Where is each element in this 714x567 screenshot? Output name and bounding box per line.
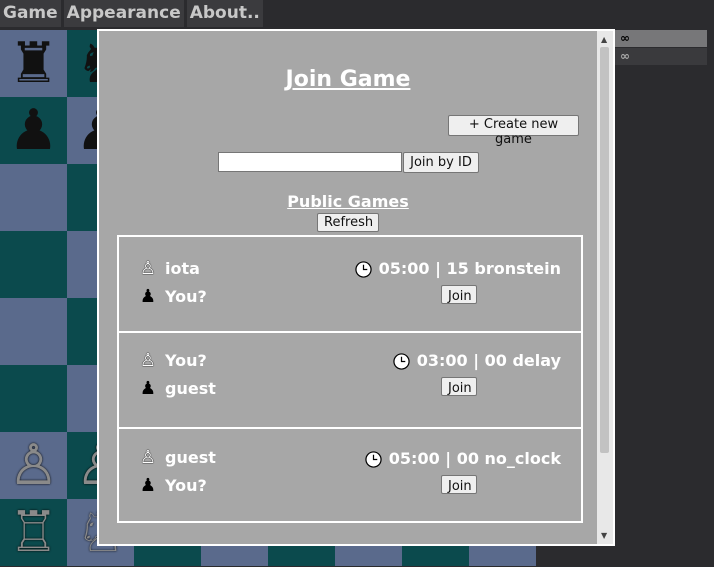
game-entry[interactable]: ♙ You? ♟ guest 03:00 | 00 delay Join <box>119 333 581 429</box>
chess-piece-icon[interactable]: ♖ <box>0 499 67 566</box>
time-control: 05:00 | 15 bronstein <box>354 257 561 281</box>
dialog-scrollbar[interactable]: ▲ ▼ <box>597 31 613 544</box>
move-list-row[interactable]: ∞ <box>615 48 707 65</box>
white-player-name: You? <box>165 351 207 370</box>
white-player: ♙ You? <box>139 350 207 372</box>
menu-game[interactable]: Game <box>0 0 61 27</box>
black-player-name: guest <box>165 379 216 398</box>
clock-icon <box>354 260 372 278</box>
join-button[interactable]: Join <box>441 285 477 304</box>
white-player: ♙ guest <box>139 447 216 469</box>
join-game-dialog: Join Game + Create new game Join by ID P… <box>97 29 615 546</box>
board-square[interactable] <box>0 164 67 231</box>
join-button[interactable]: Join <box>441 377 477 396</box>
scroll-up-arrow-icon[interactable]: ▲ <box>601 35 607 44</box>
black-player: ♟ You? <box>139 475 207 497</box>
board-square[interactable] <box>0 298 67 365</box>
join-by-id-button[interactable]: Join by ID <box>403 152 479 173</box>
board-square[interactable] <box>0 365 67 432</box>
time-control: 03:00 | 00 delay <box>393 349 561 373</box>
board-square[interactable]: ♖ <box>0 499 67 566</box>
time-control: 05:00 | 00 no_clock <box>365 447 561 471</box>
menu-about[interactable]: About.. <box>186 0 263 27</box>
white-pawn-icon: ♙ <box>139 350 157 371</box>
chess-piece-icon[interactable]: ♟ <box>0 97 67 164</box>
public-games-heading: Public Games <box>287 192 409 211</box>
clock-icon <box>365 450 382 468</box>
public-games-list: ♙ iota ♟ You? 05:00 | 15 bronstein Join ♙ Y… <box>117 235 583 523</box>
scrollbar-thumb[interactable] <box>600 47 609 453</box>
white-player-name: iota <box>165 259 200 278</box>
join-button[interactable]: Join <box>441 475 477 494</box>
board-square[interactable]: ♟ <box>0 97 67 164</box>
black-player: ♟ You? <box>139 286 207 308</box>
black-pawn-icon: ♟ <box>139 286 157 307</box>
menu-appearance[interactable]: Appearance <box>63 0 184 27</box>
black-player-name: You? <box>165 287 207 306</box>
game-entry[interactable]: ♙ iota ♟ You? 05:00 | 15 bronstein Join <box>119 237 581 333</box>
board-square[interactable] <box>0 231 67 298</box>
black-pawn-icon: ♟ <box>139 475 157 496</box>
time-control-text: 03:00 | 00 delay <box>416 351 561 370</box>
time-control-text: 05:00 | 00 no_clock <box>388 449 561 468</box>
move-list-panel: ∞ ∞ <box>615 30 707 66</box>
menu-bar: Game Appearance About.. <box>0 0 266 27</box>
game-id-input[interactable] <box>218 152 402 172</box>
white-pawn-icon: ♙ <box>139 258 157 279</box>
board-square[interactable]: ♙ <box>0 432 67 499</box>
black-pawn-icon: ♟ <box>139 378 157 399</box>
black-player-name: You? <box>165 476 207 495</box>
time-control-text: 05:00 | 15 bronstein <box>378 259 561 278</box>
refresh-button[interactable]: Refresh <box>317 213 379 232</box>
clock-icon <box>393 352 410 370</box>
white-player-name: guest <box>165 448 216 467</box>
chess-piece-icon[interactable]: ♜ <box>0 30 67 97</box>
create-new-game-button[interactable]: + Create new game <box>448 115 579 147</box>
white-player: ♙ iota <box>139 258 200 280</box>
game-entry[interactable]: ♙ guest ♟ You? 05:00 | 00 no_clock Join <box>119 429 581 521</box>
board-square[interactable]: ♜ <box>0 30 67 97</box>
chess-piece-icon[interactable]: ♙ <box>0 432 67 499</box>
scroll-down-arrow-icon[interactable]: ▼ <box>601 531 607 540</box>
move-list-row[interactable]: ∞ <box>615 30 707 47</box>
dialog-title: Join Game <box>285 67 411 92</box>
white-pawn-icon: ♙ <box>139 447 157 468</box>
black-player: ♟ guest <box>139 378 216 400</box>
